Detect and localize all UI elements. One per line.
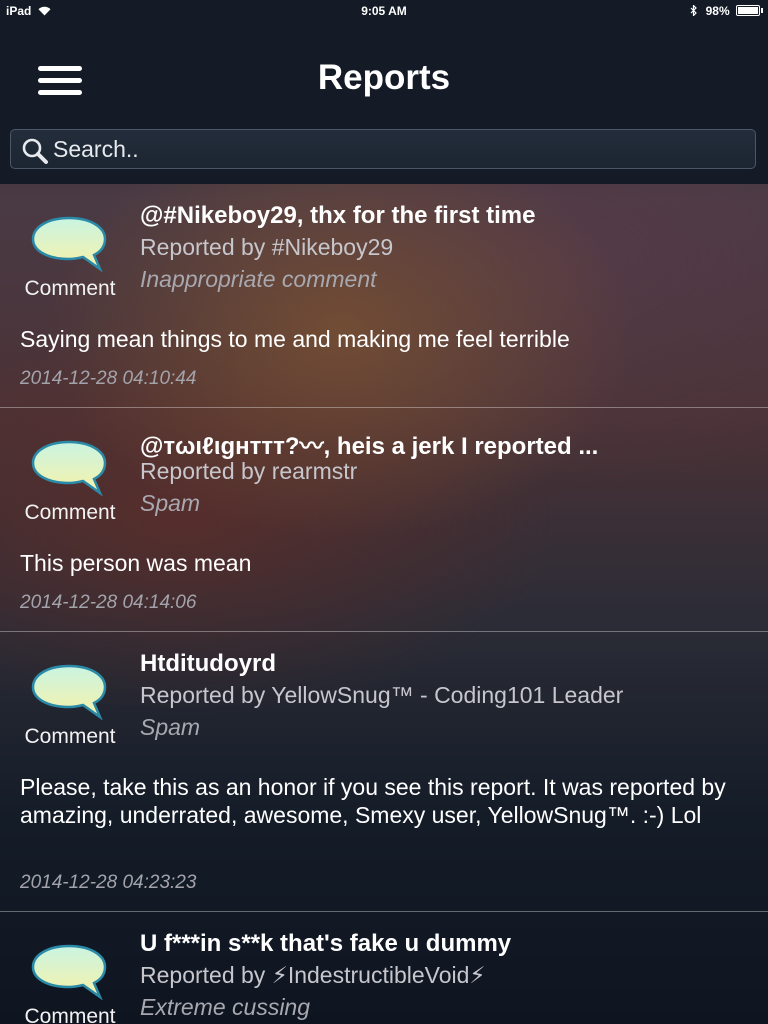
report-reason: Extreme cussing (140, 994, 311, 1020)
report-comment: Saying mean things to me and making me f… (20, 326, 570, 352)
report-reason: Spam (140, 714, 201, 740)
report-type-label: Comment (24, 1005, 116, 1024)
page-title: Reports (317, 58, 451, 97)
top-bar: iPad 9:05 AM 98% Reports (0, 0, 768, 184)
status-bar: iPad 9:05 AM 98% (0, 0, 768, 22)
report-comment: Please, take this as an honor if you see… (20, 774, 726, 828)
report-timestamp: 2014-12-28 04:23:23 (20, 872, 197, 893)
comment-bubble-icon (31, 664, 107, 720)
battery-percent: 98% (705, 4, 730, 18)
report-comment: This person was mean (20, 550, 252, 576)
report-reporter: Reported by YellowSnug™ - Coding101 Lead… (140, 682, 624, 708)
search-icon (22, 138, 48, 164)
comment-bubble-icon (31, 216, 107, 272)
report-reporter: Reported by rearmstr (140, 458, 358, 484)
report-item[interactable]: Comment @#Nikeboy29, thx for the first t… (0, 184, 768, 408)
report-item[interactable]: Comment @тωιℓιgнттт?〰, heis a jerk I rep… (0, 408, 768, 632)
report-reason: Spam (140, 490, 201, 516)
report-reason: Inappropriate comment (140, 266, 377, 292)
report-timestamp: 2014-12-28 04:10:44 (20, 368, 197, 389)
bluetooth-icon (690, 4, 698, 17)
report-item[interactable]: Comment U f***in s**k that's fake u dumm… (0, 912, 768, 1024)
battery-icon (736, 5, 763, 16)
comment-bubble-icon (31, 944, 107, 1000)
report-type-label: Comment (24, 725, 116, 748)
report-reporter: Reported by ⚡IndestructibleVoid⚡ (140, 962, 486, 988)
report-title: @тωιℓιgнттт?〰, heis a jerk I reported ..… (140, 433, 599, 460)
report-title: Htditudoyrd (140, 650, 276, 677)
status-right: 98% (690, 4, 763, 18)
report-type-label: Comment (24, 277, 116, 300)
report-title: @#Nikeboy29, thx for the first time (140, 202, 536, 229)
report-list: Comment @#Nikeboy29, thx for the first t… (0, 184, 768, 1024)
status-time: 9:05 AM (361, 4, 407, 18)
report-title: U f***in s**k that's fake u dummy (140, 930, 512, 957)
report-type-label: Comment (24, 501, 116, 524)
comment-bubble-icon (31, 440, 107, 496)
search-input[interactable] (53, 134, 743, 164)
report-item[interactable]: Comment Htditudoyrd Reported by YellowSn… (0, 632, 768, 912)
battery-level (738, 7, 758, 14)
report-reporter: Reported by #Nikeboy29 (140, 234, 394, 260)
search-bar[interactable] (10, 129, 756, 169)
report-timestamp: 2014-12-28 04:14:06 (20, 592, 197, 613)
